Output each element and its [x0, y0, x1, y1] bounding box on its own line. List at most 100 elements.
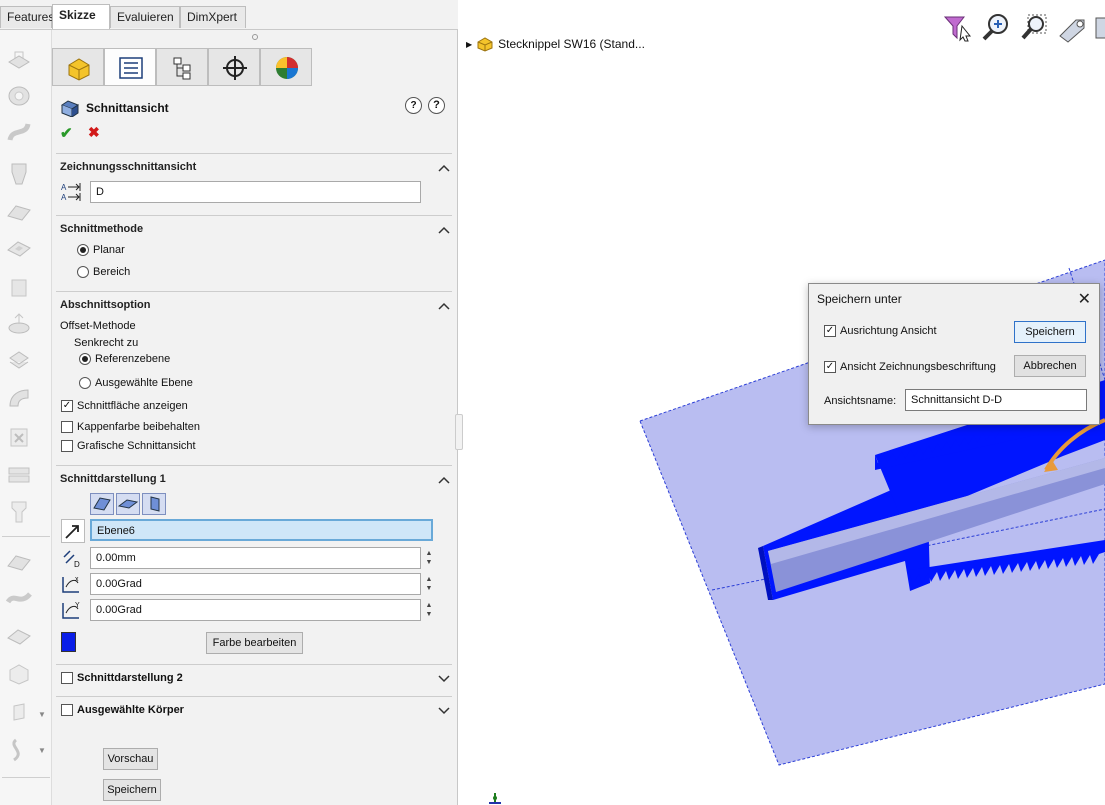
curves-icon[interactable] [6, 550, 32, 574]
swept-boss-icon[interactable] [6, 120, 32, 144]
knit-surface-icon[interactable] [6, 624, 32, 648]
dialog-cancel-button[interactable]: Abbrechen [1014, 355, 1086, 377]
part-icon [477, 37, 493, 52]
save-button[interactable]: Speichern [103, 779, 161, 801]
help-icon[interactable]: ? [405, 97, 422, 114]
panel-splitter[interactable] [455, 414, 463, 450]
section-plane-input[interactable]: Ebene6 [90, 519, 433, 541]
lofted-cut-icon[interactable] [6, 386, 32, 410]
rib-icon[interactable] [6, 500, 32, 524]
command-tab-bar: Features Skizze Evaluieren DimXpert [0, 0, 458, 30]
section-view-tool-icon[interactable] [1094, 12, 1105, 44]
checkbox-section2[interactable]: Schnittdarstellung 2 [61, 672, 183, 684]
checkbox-orientation[interactable]: ✓ Ausrichtung Ansicht [824, 325, 937, 337]
collapse-chevron-icon[interactable] [438, 475, 450, 485]
reference-geometry-icon[interactable] [6, 700, 32, 724]
zoom-to-area-icon[interactable] [1018, 12, 1050, 44]
radio-ausgewaehlte-ebene[interactable]: Ausgewählte Ebene [79, 377, 193, 389]
section-title-method: Schnittmethode [60, 223, 144, 235]
zoom-to-fit-icon[interactable] [980, 12, 1012, 44]
distance-icon: D [60, 547, 82, 569]
section-divider [56, 291, 452, 292]
collapse-chevron-icon[interactable] [438, 225, 450, 235]
panel-grip-icon[interactable] [252, 34, 258, 40]
checkbox-label: Ausrichtung Ansicht [840, 325, 937, 337]
tab-skizze[interactable]: Skizze [52, 4, 110, 29]
tab-dimxpert[interactable]: DimXpert [180, 6, 246, 28]
dialog-save-button[interactable]: Speichern [1014, 321, 1086, 343]
edit-color-button[interactable]: Farbe bearbeiten [206, 632, 303, 654]
offset-method-label: Offset-Methode [60, 320, 136, 332]
radio-referenzebene[interactable]: Referenzebene [79, 353, 170, 365]
top-plane-button[interactable] [116, 493, 140, 515]
tab-evaluieren[interactable]: Evaluieren [110, 6, 180, 28]
ok-check-icon[interactable]: ✔ [60, 124, 73, 142]
close-icon[interactable]: ✕ [1078, 289, 1091, 309]
checkbox-grafische-schnittansicht[interactable]: Grafische Schnittansicht [61, 440, 196, 452]
section-view-icon [60, 100, 80, 117]
expand-chevron-icon[interactable] [438, 706, 450, 716]
radio-bereich[interactable]: Bereich [77, 266, 130, 278]
filter-icon[interactable] [942, 12, 974, 44]
front-plane-button[interactable] [90, 493, 114, 515]
dropdown-arrow-icon[interactable]: ▼ [38, 710, 46, 719]
save-as-dialog: Speichern unter ✕ ✓ Ausrichtung Ansicht ✓… [808, 283, 1100, 425]
cancel-x-icon[interactable]: ✖ [88, 124, 100, 141]
section-divider [56, 465, 452, 466]
sketch-toolstrip: ▼ ▼ [0, 30, 52, 805]
preview-button[interactable]: Vorschau [103, 748, 158, 770]
revolved-boss-icon[interactable] [6, 84, 32, 108]
surface-icon[interactable] [5, 586, 32, 610]
section-label-input[interactable]: D [90, 181, 421, 203]
checkbox-label: Ausgewählte Körper [77, 704, 184, 716]
dimxpert-manager-tab[interactable] [208, 48, 260, 86]
boundary-cut-icon[interactable] [6, 426, 32, 450]
svg-text:A: A [61, 183, 67, 192]
configuration-manager-tab[interactable] [156, 48, 208, 86]
tab-features[interactable]: Features [0, 6, 54, 28]
distance-spinner[interactable]: ▲ ▼ [424, 549, 434, 567]
checkbox-schnittflaeche[interactable]: ✓ Schnittfläche anzeigen [61, 400, 188, 412]
shell-icon[interactable] [6, 662, 32, 686]
angle-x-input[interactable]: 0.00Grad [90, 573, 421, 595]
fillet-icon[interactable] [6, 462, 32, 486]
view-name-input[interactable]: Schnittansicht D-D [905, 389, 1087, 411]
checkbox-annotation[interactable]: ✓ Ansicht Zeichnungsbeschriftung [824, 361, 996, 373]
extruded-cut-icon[interactable] [6, 236, 32, 260]
distance-input[interactable]: 0.00mm [90, 547, 421, 569]
expand-arrow-icon[interactable]: ▶ [466, 40, 472, 49]
y-rotation-icon: Y [60, 599, 82, 621]
swept-cut-icon[interactable] [6, 348, 32, 372]
right-plane-button[interactable] [142, 493, 166, 515]
lofted-boss-icon[interactable] [6, 162, 32, 186]
page-title: Schnittansicht [86, 101, 169, 115]
x-rotation-icon: x [60, 573, 82, 595]
radio-planar[interactable]: Planar [77, 244, 125, 256]
curves-dropdown-icon[interactable] [6, 738, 32, 762]
angle-y-spinner[interactable]: ▲ ▼ [424, 601, 434, 619]
display-manager-tab[interactable] [260, 48, 312, 86]
dialog-title: Speichern unter [817, 292, 902, 306]
checkbox-label: Ansicht Zeichnungsbeschriftung [840, 361, 996, 373]
revolved-cut-icon[interactable] [6, 312, 32, 336]
part-icon [68, 58, 90, 81]
angle-x-spinner[interactable]: ▲ ▼ [424, 575, 434, 593]
coordinate-triad-icon [489, 793, 501, 804]
hole-wizard-icon[interactable] [6, 276, 32, 300]
feature-tree-root[interactable]: ▶ Stecknippel SW16 (Stand... [466, 36, 645, 52]
help-icon[interactable]: ? [428, 97, 445, 114]
previous-view-icon[interactable] [1056, 12, 1088, 44]
dropdown-arrow-icon[interactable]: ▼ [38, 746, 46, 755]
property-manager-tab[interactable] [104, 48, 156, 86]
checkbox-selected-bodies[interactable]: Ausgewählte Körper [61, 704, 184, 716]
appearance-sphere-icon [276, 57, 298, 79]
checkbox-kappenfarbe[interactable]: Kappenfarbe beibehalten [61, 421, 200, 433]
collapse-chevron-icon[interactable] [438, 301, 450, 311]
expand-chevron-icon[interactable] [438, 674, 450, 684]
boundary-boss-icon[interactable] [6, 200, 32, 224]
plane-direction-icon[interactable] [61, 519, 85, 543]
extruded-boss-icon[interactable] [6, 48, 32, 72]
collapse-chevron-icon[interactable] [438, 163, 450, 173]
feature-manager-tab[interactable] [52, 48, 104, 86]
angle-y-input[interactable]: 0.00Grad [90, 599, 421, 621]
